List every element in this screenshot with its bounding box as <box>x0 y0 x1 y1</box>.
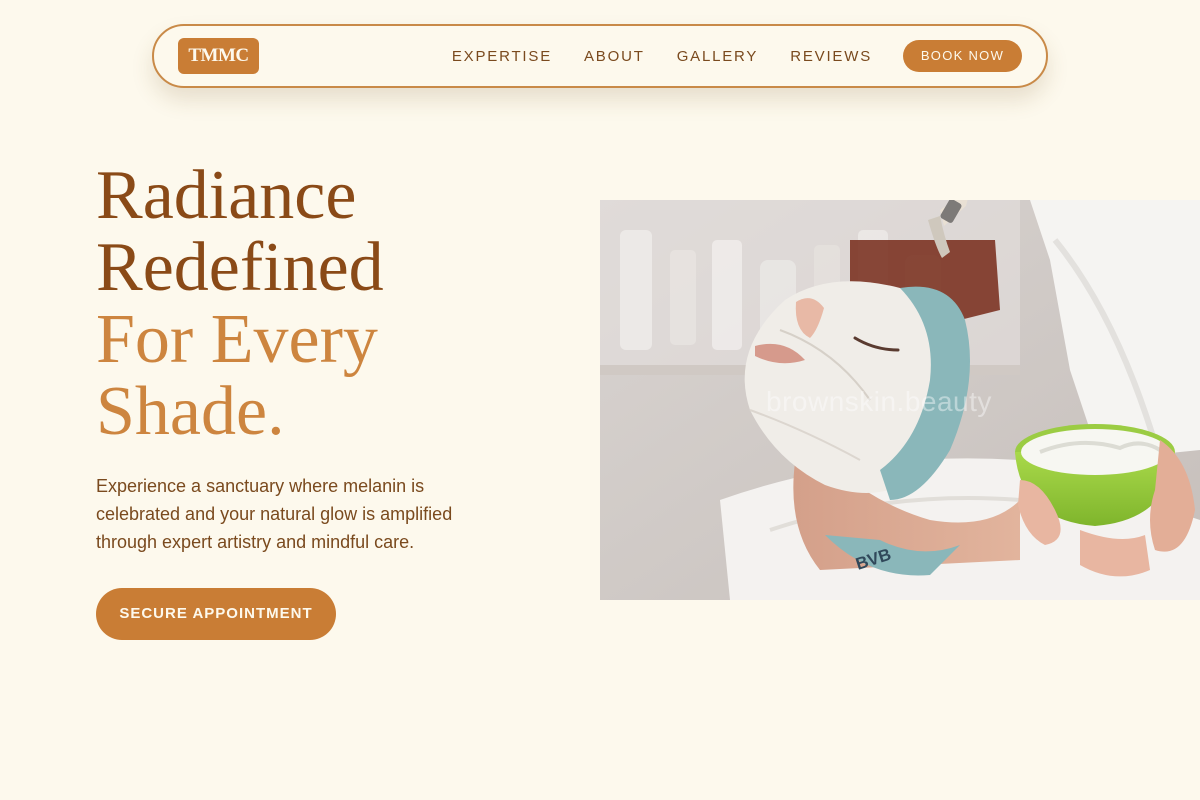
book-now-button[interactable]: BOOK NOW <box>903 40 1022 72</box>
logo[interactable]: TMMC <box>178 38 259 74</box>
secure-appointment-button[interactable]: SECURE APPOINTMENT <box>96 588 336 640</box>
nav-link-gallery[interactable]: GALLERY <box>677 48 759 65</box>
hero-title-line-2: Redefined <box>96 229 384 306</box>
hero-photo-facial-treatment: BVB brownskin.beauty <box>600 200 1200 600</box>
nav-link-reviews[interactable]: REVIEWS <box>790 48 872 65</box>
hero-title-line-3: For Every <box>96 301 378 378</box>
nav-bar: TMMC EXPERTISE ABOUT GALLERY REVIEWS BOO… <box>152 24 1048 88</box>
hero-title: Radiance Redefined For Every Shade. <box>96 160 384 448</box>
hero-description: Experience a sanctuary where melanin is … <box>96 476 453 552</box>
photo-watermark: brownskin.beauty <box>766 386 992 417</box>
nav-link-expertise[interactable]: EXPERTISE <box>452 48 552 65</box>
hero-title-line-1: Radiance <box>96 157 357 234</box>
nav-links: EXPERTISE ABOUT GALLERY REVIEWS <box>452 26 872 86</box>
hero-title-line-4: Shade. <box>96 373 285 450</box>
nav-link-about[interactable]: ABOUT <box>584 48 645 65</box>
